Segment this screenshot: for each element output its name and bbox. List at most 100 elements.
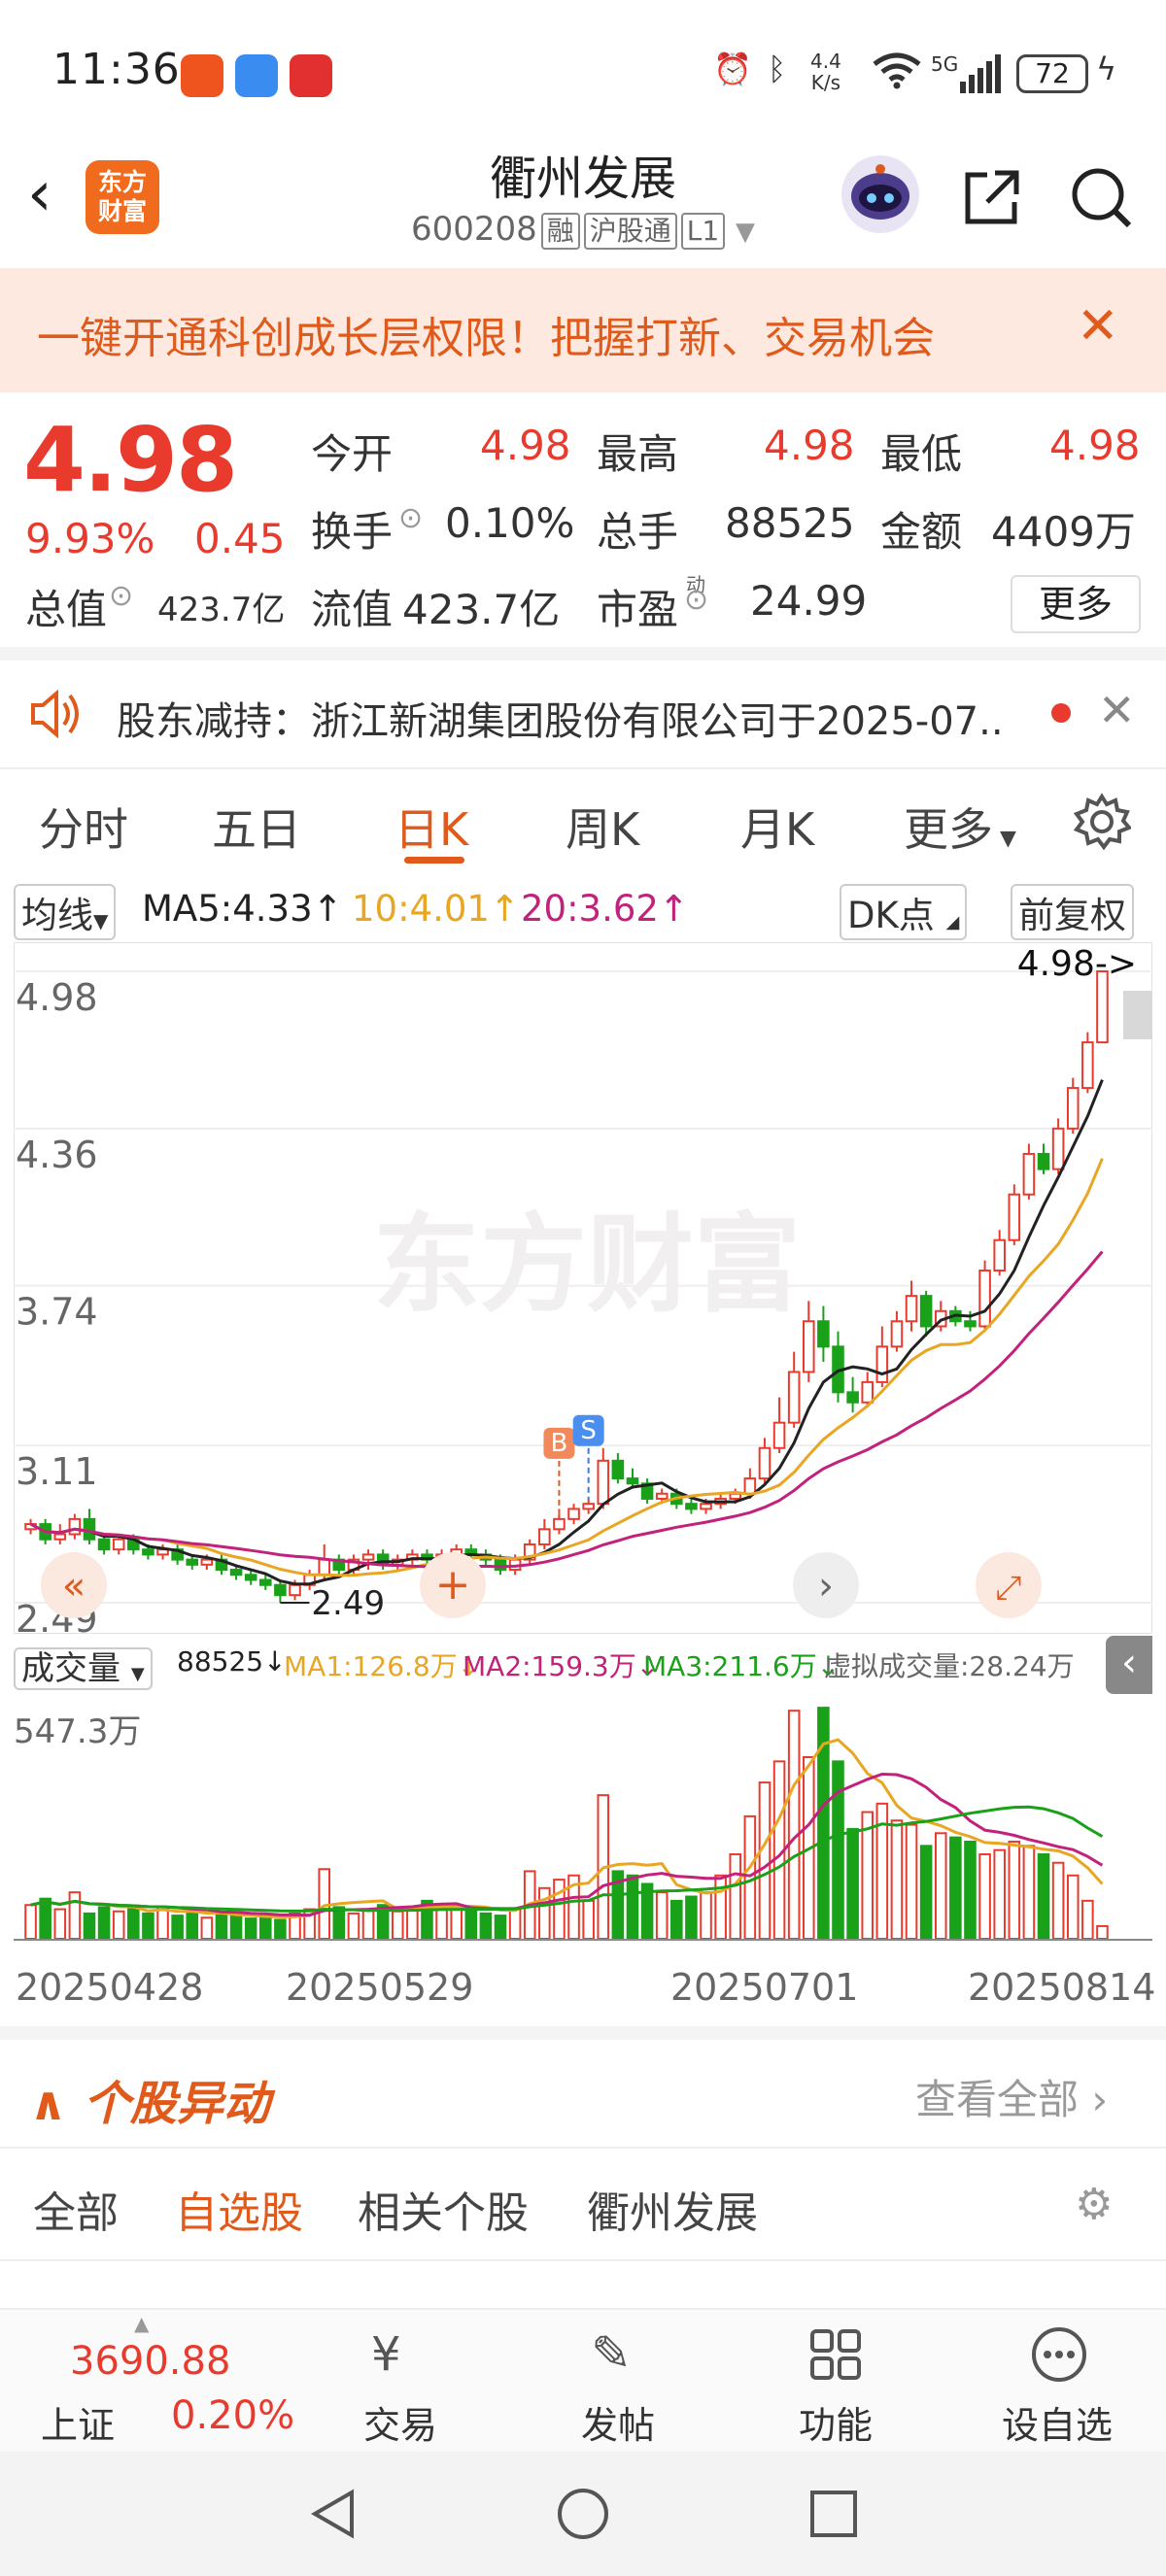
kline-chart[interactable]: 东方财富 4.984.363.743.112.49 B S2.49 4.98-> … (14, 942, 1152, 1634)
candle (626, 1477, 639, 1485)
volume-bar (714, 1874, 727, 1940)
nav-recents-icon[interactable] (806, 2487, 861, 2545)
nav-back-icon[interactable] (307, 2487, 361, 2545)
trade-button[interactable]: ¥ 交易 (323, 2308, 478, 2452)
candle (186, 1558, 199, 1566)
dk-point-button[interactable]: DK点 ◢ (840, 884, 968, 940)
add-watchlist-button[interactable]: 设自选 (979, 2308, 1135, 2452)
candle (83, 1517, 96, 1541)
float-cap-value: 423.7亿 (402, 586, 561, 633)
subtab-related[interactable]: 相关个股 (358, 2178, 529, 2240)
candle (1066, 1087, 1080, 1130)
candle (361, 1553, 375, 1561)
volume-bar (655, 1891, 669, 1940)
dropdown-icon[interactable]: ▼ (736, 218, 755, 247)
candle (142, 1548, 154, 1556)
promo-banner[interactable]: 一键开通科创成长层权限！把握打新、交易机会 ✕ (0, 268, 1166, 392)
volume-bar (435, 1906, 448, 1940)
volume-bar (787, 1710, 801, 1940)
market-cap-value: 423.7亿 (157, 591, 286, 629)
scroll-indicator[interactable] (1123, 991, 1152, 1039)
anomaly-title[interactable]: ∧ 个股异动 (29, 2065, 270, 2133)
anomaly-settings-icon[interactable]: ⚙ (1075, 2180, 1113, 2229)
volume-bar (479, 1912, 493, 1941)
volume-bar (68, 1891, 82, 1940)
nav-home-icon[interactable] (556, 2487, 610, 2545)
volume-bar (743, 1814, 757, 1940)
candle (700, 1503, 712, 1510)
candle (905, 1295, 918, 1323)
candle (611, 1459, 625, 1480)
volume-ma1: MA1:126.8万↓ (284, 1650, 481, 1682)
more-button[interactable]: 更多 (1011, 575, 1141, 633)
volume-bar (978, 1853, 991, 1940)
candle (846, 1391, 859, 1404)
candle (318, 1558, 331, 1576)
candle (1022, 1152, 1036, 1196)
date-label: 20250701 (670, 1966, 859, 2009)
volume-current: 88525↓ (177, 1645, 287, 1678)
volume-bar (53, 1908, 67, 1941)
volume-bar (83, 1912, 96, 1941)
tab-five-day[interactable]: 五日 (212, 795, 301, 859)
tab-daily-k[interactable]: 日K (394, 795, 468, 859)
notice-close-icon[interactable]: ✕ (1098, 684, 1136, 736)
candle (729, 1492, 742, 1500)
pe-info-icon[interactable]: ⊙ (684, 583, 708, 617)
search-icon[interactable] (1067, 163, 1135, 231)
share-icon[interactable] (958, 163, 1026, 231)
adjust-button[interactable]: 前复权 (1011, 884, 1134, 940)
view-all-link[interactable]: 查看全部 › (915, 2067, 1108, 2126)
volume-bar (142, 1912, 154, 1941)
volume-bar (494, 1915, 507, 1940)
notice-bar[interactable]: 股东减持：浙江新湖集团股份有限公司于2025-07.. ✕ (0, 661, 1166, 767)
divider (0, 2259, 1166, 2261)
tab-intraday[interactable]: 分时 (39, 795, 128, 859)
volume-bar (391, 1910, 404, 1940)
chart-add-icon[interactable]: + (420, 1552, 486, 1618)
index-value[interactable]: 3690.88 (70, 2339, 230, 2384)
tab-weekly-k[interactable]: 周K (566, 795, 639, 859)
subtab-stock[interactable]: 衢州发展 (587, 2178, 758, 2240)
y-axis-label: 4.36 (16, 1134, 98, 1176)
candle (817, 1320, 830, 1348)
volume-chart[interactable]: 547.3万 (14, 1698, 1152, 1962)
volume-bar (729, 1853, 742, 1940)
turnover-info-icon[interactable]: ⊙ (398, 501, 423, 535)
tab-monthly-k[interactable]: 月K (740, 795, 814, 859)
settings-gear-icon[interactable] (1073, 793, 1133, 855)
tag-connect: 沪股通 (583, 213, 677, 250)
candle (964, 1320, 977, 1328)
market-cap-label: 总值 (25, 586, 108, 633)
volume-bar (949, 1836, 962, 1940)
candle (274, 1583, 287, 1597)
volume-bar (229, 1915, 243, 1940)
signal-icon (960, 54, 1003, 97)
tab-more[interactable]: 更多 ▼ (904, 795, 1016, 859)
pe-label: 市盈 (597, 586, 679, 633)
candle (494, 1558, 507, 1572)
expand-up-icon[interactable]: ▲ (134, 2312, 149, 2335)
assistant-robot-icon[interactable] (841, 155, 919, 233)
turnover-value: 0.10% (445, 499, 575, 547)
chart-expand-icon[interactable]: ⤢ (976, 1552, 1042, 1618)
functions-button[interactable]: 功能 (758, 2308, 913, 2452)
last-price-marker: 4.98-> (1017, 944, 1137, 984)
panel-collapse-icon[interactable]: ‹ (1106, 1636, 1152, 1694)
info-icon[interactable]: ⊙ (109, 579, 133, 613)
volume-bar (508, 1908, 522, 1941)
bluetooth-icon: ᛒ (768, 51, 787, 87)
volume-label: 总手 (597, 508, 679, 556)
subtab-watchlist[interactable]: 自选股 (175, 2178, 303, 2240)
volume-selector[interactable]: 成交量 ▼ (14, 1642, 153, 1690)
subtab-all[interactable]: 全部 (33, 2178, 119, 2240)
chart-nav-right-icon[interactable]: › (793, 1552, 859, 1618)
candle (538, 1528, 551, 1545)
banner-close-icon[interactable]: ✕ (1077, 297, 1119, 356)
chart-nav-left-icon[interactable]: « (41, 1552, 107, 1618)
ma-selector[interactable]: 均线▼ (14, 884, 117, 940)
divider (0, 767, 1166, 769)
volume-bar (919, 1845, 933, 1940)
post-button[interactable]: ✎ 发帖 (540, 2308, 696, 2452)
banner-text: 一键开通科创成长层权限！把握打新、交易机会 (37, 314, 935, 363)
